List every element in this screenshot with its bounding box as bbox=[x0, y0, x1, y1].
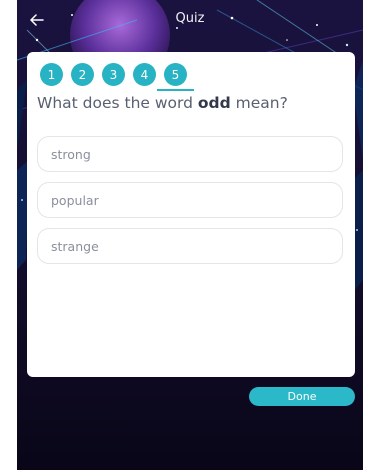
step-2[interactable]: 2 bbox=[71, 63, 94, 86]
question-prefix: What does the word bbox=[37, 94, 198, 112]
step-4[interactable]: 4 bbox=[133, 63, 156, 86]
answer-option-label: popular bbox=[51, 192, 99, 208]
step-3[interactable]: 3 bbox=[102, 63, 125, 86]
step-1[interactable]: 1 bbox=[40, 63, 63, 86]
answer-option-strong[interactable]: strong bbox=[37, 136, 343, 172]
done-button[interactable]: Done bbox=[249, 387, 355, 406]
answer-option-popular[interactable]: popular bbox=[37, 182, 343, 218]
step-5-active[interactable]: 5 bbox=[157, 63, 194, 91]
question-suffix: mean? bbox=[230, 94, 288, 112]
step-indicator: 1 2 3 4 5 bbox=[40, 63, 194, 93]
question-word: odd bbox=[197, 94, 231, 112]
answer-option-label: strange bbox=[51, 238, 99, 254]
question-card: 1 2 3 4 5 What does the word odd mean? s… bbox=[27, 52, 355, 377]
top-bar: Quiz bbox=[17, 0, 363, 40]
page-title: Quiz bbox=[175, 11, 205, 26]
answer-option-label: strong bbox=[51, 146, 91, 162]
quiz-screen: Quiz 1 2 3 4 5 What does the word odd me… bbox=[17, 0, 363, 470]
question-text: What does the word odd mean? bbox=[37, 94, 288, 112]
answer-option-strange[interactable]: strange bbox=[37, 228, 343, 264]
